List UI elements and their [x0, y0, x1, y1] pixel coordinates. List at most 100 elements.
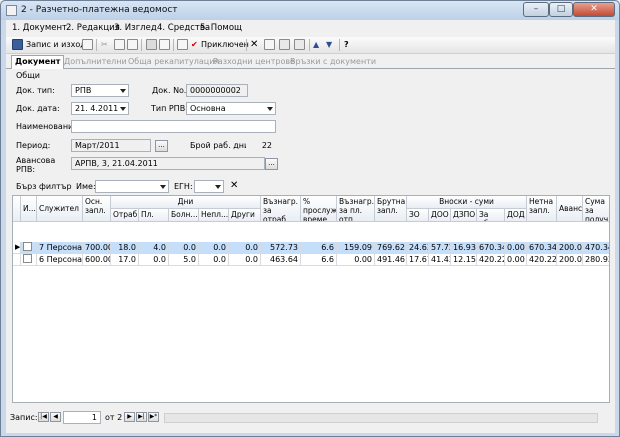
cell-sick[interactable]: 0.0 [169, 242, 199, 254]
cell-doo[interactable]: 57.72 [429, 242, 451, 254]
period-browse-button[interactable]: ... [155, 140, 168, 152]
name-field[interactable] [71, 120, 276, 133]
menu-document[interactable]: 1. Документ [12, 23, 67, 33]
next-record-icon[interactable]: ▶ [124, 412, 135, 422]
cell-pay-worked[interactable]: 463.64 [261, 254, 301, 266]
cell-doo[interactable]: 41.42 [429, 254, 451, 266]
new-icon[interactable] [264, 39, 275, 50]
cut-icon[interactable]: ✂ [101, 38, 108, 51]
cell-pay-leave[interactable]: 159.09 [337, 242, 375, 254]
cell-unpaid[interactable]: 0.0 [199, 254, 229, 266]
col-dod-header[interactable]: ДОД [505, 209, 527, 222]
cell-pay-worked[interactable]: 572.73 [261, 242, 301, 254]
refresh-icon[interactable] [279, 39, 290, 50]
completed-button[interactable]: Приключен [201, 38, 249, 51]
doc-type-select[interactable]: РПВ [71, 84, 129, 97]
cell-seniority[interactable]: 6.6 [301, 254, 337, 266]
tab-doc-links[interactable]: Връзки с документи [290, 56, 376, 67]
last-record-icon[interactable]: ▶| [136, 412, 147, 422]
doc-no-field[interactable]: 0000000002 [186, 84, 248, 97]
tab-recap[interactable]: Обща рекапитулация [128, 56, 219, 67]
cell-unpaid[interactable]: 0.0 [199, 242, 229, 254]
cell-other[interactable]: 0.0 [229, 254, 261, 266]
cell-worked[interactable]: 17.0 [111, 254, 139, 266]
col-zo-header[interactable]: ЗО [407, 209, 429, 222]
close-button[interactable]: ✕ [573, 2, 615, 17]
col-base-salary-header[interactable]: Осн. запл. [83, 196, 111, 222]
help-icon[interactable]: ? [344, 38, 349, 51]
rpv-type-select[interactable]: Основна [186, 102, 276, 115]
col-gross-header[interactable]: Брутна запл. [375, 196, 407, 222]
filter-egn-input[interactable] [194, 180, 224, 193]
cell-employee[interactable]: 7 Персона [37, 242, 83, 254]
col-worked-header[interactable]: Отраб. [111, 209, 139, 222]
cell-dzpo[interactable]: 16.93 [451, 242, 477, 254]
col-unpaid-header[interactable]: Непл... [199, 209, 229, 222]
advance-browse-button[interactable]: ... [265, 158, 278, 170]
record-number-input[interactable]: 1 [63, 411, 101, 424]
table-row[interactable]: 6 Персона 600.00 17.0 0.0 5.0 0.0 0.0 46… [13, 254, 609, 266]
cell-zo[interactable]: 17.67 [407, 254, 429, 266]
attach-icon[interactable] [294, 39, 305, 50]
save-exit-button[interactable]: Запис и изход [26, 38, 86, 51]
doc-date-field[interactable]: 21. 4.2011 [71, 102, 129, 115]
cell-zo[interactable]: 24.63 [407, 242, 429, 254]
cell-to-receive[interactable]: 470.34 [583, 242, 609, 254]
col-seniority-header[interactable]: % прослужено време [301, 196, 337, 222]
col-sick-header[interactable]: Болн... [169, 209, 199, 222]
cell-base-salary[interactable]: 600.00 [83, 254, 111, 266]
new-record-icon[interactable]: ▶* [148, 412, 159, 422]
cell-dzpo[interactable]: 12.15 [451, 254, 477, 266]
col-employee-header[interactable]: Служител [37, 196, 83, 222]
period-field[interactable]: Март/2011 [71, 139, 151, 152]
cell-pay-leave[interactable]: 0.00 [337, 254, 375, 266]
col-to-receive-header[interactable]: Сума за получ. [583, 196, 609, 222]
copy-doc-icon[interactable] [82, 39, 93, 50]
prev-record-icon[interactable]: ◀ [50, 412, 61, 422]
paste-icon[interactable] [127, 39, 138, 50]
row-checkbox[interactable] [21, 254, 37, 266]
horizontal-scrollbar[interactable] [164, 413, 598, 423]
tab-additional[interactable]: Допълнителни [64, 56, 127, 67]
arrow-up-icon[interactable]: ▲ [313, 38, 319, 51]
cell-za-ob[interactable]: 670.34 [477, 242, 505, 254]
cell-dod[interactable]: 0.00 [505, 242, 527, 254]
clear-filter-icon[interactable]: ✕ [230, 180, 238, 191]
cell-net[interactable]: 670.34 [527, 242, 557, 254]
menu-view[interactable]: 3. Изглед [114, 23, 157, 33]
col-pay-leave-header[interactable]: Възнагр. за пл. отп. [337, 196, 375, 222]
cell-advance[interactable]: 200.00 [557, 254, 583, 266]
edit-icon[interactable] [177, 39, 188, 50]
col-paid-leave-header[interactable]: Пл. отп. [139, 209, 169, 222]
cell-to-receive[interactable]: 280.93 [583, 254, 609, 266]
col-za-ob-header[interactable]: За об... [477, 209, 505, 222]
row-checkbox[interactable] [21, 242, 37, 254]
col-advance-header[interactable]: Аванс [557, 196, 583, 222]
col-net-header[interactable]: Нетна запл. [527, 196, 557, 222]
cell-net[interactable]: 420.22 [527, 254, 557, 266]
maximize-button[interactable]: □ [549, 2, 573, 17]
title-bar[interactable]: 2 - Разчетно-платежна ведомост – □ ✕ [1, 1, 619, 20]
col-id-header[interactable]: И... [21, 196, 37, 222]
first-record-icon[interactable]: |◀ [38, 412, 49, 422]
table-row[interactable]: ▶ 7 Персона 700.00 18.0 4.0 0.0 0.0 0.0 … [13, 242, 609, 254]
cell-gross[interactable]: 491.46 [375, 254, 407, 266]
menu-edit[interactable]: 2. Редакция [66, 23, 120, 33]
advance-rpv-field[interactable]: АРПВ, 3, 21.04.2011 [71, 157, 265, 170]
cell-base-salary[interactable]: 700.00 [83, 242, 111, 254]
cell-employee[interactable]: 6 Персона [37, 254, 83, 266]
cell-sick[interactable]: 5.0 [169, 254, 199, 266]
filter-name-input[interactable] [95, 180, 169, 193]
arrow-down-icon[interactable]: ▼ [326, 38, 332, 51]
cancel-icon[interactable]: ✕ [250, 38, 258, 51]
col-pay-worked-header[interactable]: Възнагр. за отраб. вр. [261, 196, 301, 222]
minimize-button[interactable]: – [523, 2, 549, 17]
cell-advance[interactable]: 200.00 [557, 242, 583, 254]
cell-other[interactable]: 0.0 [229, 242, 261, 254]
cell-gross[interactable]: 769.62 [375, 242, 407, 254]
print-preview-icon[interactable] [159, 39, 170, 50]
col-other-header[interactable]: Други [229, 209, 261, 222]
cell-paid-leave[interactable]: 4.0 [139, 242, 169, 254]
cell-za-ob[interactable]: 420.22 [477, 254, 505, 266]
menu-help[interactable]: 5. Помощ [200, 23, 242, 33]
